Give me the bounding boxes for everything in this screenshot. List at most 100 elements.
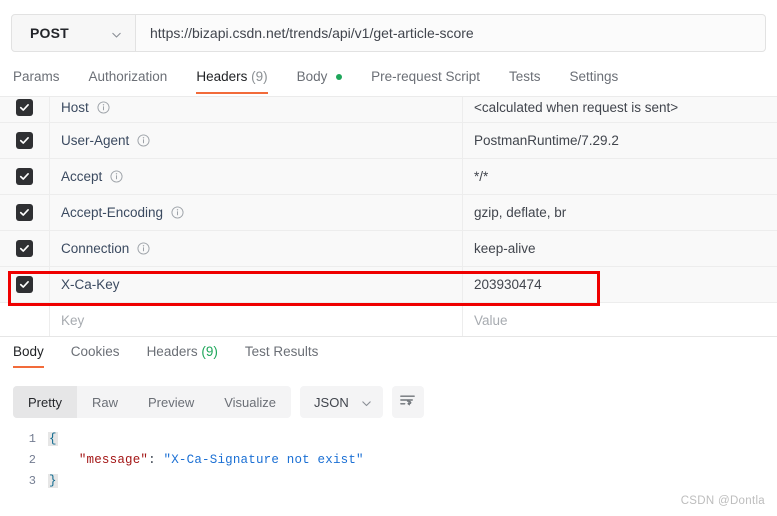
checkbox-checked-icon[interactable] (16, 240, 33, 257)
header-value-text: */* (474, 169, 489, 184)
info-icon[interactable] (171, 206, 184, 219)
header-key-cell[interactable]: X-Ca-Key (50, 267, 463, 302)
postman-window: POST https://bizapi.csdn.net/trends/api/… (0, 0, 777, 516)
info-icon[interactable] (110, 170, 123, 183)
tab-params[interactable]: Params (13, 66, 60, 94)
http-method-dropdown[interactable]: POST (11, 14, 136, 52)
header-key-cell[interactable]: User-Agent (50, 123, 463, 158)
checkbox-checked-icon[interactable] (16, 276, 33, 293)
response-view-mode-group: Pretty Raw Preview Visualize (13, 386, 292, 418)
response-section-divider (0, 336, 777, 337)
header-key-cell[interactable]: Host (50, 97, 463, 122)
json-open-brace: { (48, 431, 58, 446)
view-mode-raw-label: Raw (91, 394, 118, 410)
json-string-value: "X-Ca-Signature not exist" (163, 452, 364, 467)
header-row-checkbox-cell (0, 97, 50, 122)
table-row[interactable]: Host <calculated when request is sent> (0, 97, 777, 123)
request-tabs: Params Authorization Headers (9) Body Pr… (0, 66, 777, 97)
json-key: "message" (78, 452, 149, 467)
view-mode-preview[interactable]: Preview (133, 386, 209, 418)
header-row-checkbox-cell (0, 123, 50, 158)
json-line: 2 "message": "X-Ca-Signature not exist" (0, 449, 777, 470)
checkbox-checked-icon[interactable] (16, 132, 33, 149)
json-line-content: } (48, 473, 58, 488)
checkbox-checked-icon[interactable] (16, 168, 33, 185)
tab-pre-request-script[interactable]: Pre-request Script (371, 66, 480, 94)
response-body-json-viewer[interactable]: 1 { 2 "message": "X-Ca-Signature not exi… (0, 428, 777, 516)
json-close-brace: } (48, 473, 58, 488)
tab-pre-request-script-label: Pre-request Script (371, 69, 480, 84)
info-icon[interactable] (137, 134, 150, 147)
response-tab-test-results[interactable]: Test Results (245, 344, 319, 368)
line-number: 1 (28, 431, 36, 446)
header-value-cell[interactable]: gzip, deflate, br (463, 195, 777, 230)
line-number: 2 (28, 452, 36, 467)
header-value-cell[interactable]: */* (463, 159, 777, 194)
response-tab-headers-label: Headers (146, 344, 198, 359)
tab-settings[interactable]: Settings (569, 66, 618, 94)
response-tab-test-results-label: Test Results (244, 344, 319, 359)
response-tab-cookies-label: Cookies (70, 344, 120, 359)
view-mode-pretty-label: Pretty (28, 394, 62, 410)
table-row[interactable]: Accept-Encoding gzip, deflate, br (0, 195, 777, 231)
response-tab-cookies[interactable]: Cookies (71, 344, 120, 368)
line-number: 3 (28, 473, 36, 488)
chevron-down-icon (111, 28, 122, 39)
tab-headers-count: (9) (251, 69, 268, 84)
header-value-text: <calculated when request is sent> (474, 99, 679, 115)
tab-settings-label: Settings (569, 69, 619, 84)
url-input[interactable]: https://bizapi.csdn.net/trends/api/v1/ge… (136, 14, 766, 52)
header-value-cell[interactable]: PostmanRuntime/7.29.2 (463, 123, 777, 158)
header-value-text: keep-alive (474, 241, 536, 256)
table-row-new[interactable]: Key Value (0, 303, 777, 336)
table-row[interactable]: Accept */* (0, 159, 777, 195)
header-key-text: Accept-Encoding (61, 205, 164, 220)
header-row-checkbox-cell (0, 303, 50, 336)
response-tab-headers[interactable]: Headers (9) (147, 344, 218, 368)
checkbox-checked-icon[interactable] (16, 98, 33, 116)
new-header-value-input[interactable]: Value (463, 303, 777, 336)
json-line-content: "message": "X-Ca-Signature not exist" (48, 453, 364, 467)
view-mode-pretty[interactable]: Pretty (13, 386, 77, 418)
header-key-cell[interactable]: Accept (50, 159, 463, 194)
wrap-text-icon (399, 393, 416, 412)
tab-headers-label: Headers (196, 69, 248, 84)
header-value-text: gzip, deflate, br (474, 205, 567, 220)
tab-tests[interactable]: Tests (509, 66, 541, 94)
table-row-x-ca-key[interactable]: X-Ca-Key 203930474 (0, 267, 777, 303)
header-value-cell[interactable]: 203930474 (463, 267, 777, 302)
tab-body[interactable]: Body (297, 66, 343, 94)
response-format-dropdown[interactable]: JSON (300, 386, 383, 418)
header-key-text: Accept (61, 169, 103, 184)
view-mode-preview-label: Preview (147, 394, 195, 410)
header-row-checkbox-cell (0, 195, 50, 230)
header-value-cell[interactable]: keep-alive (463, 231, 777, 266)
table-row[interactable]: User-Agent PostmanRuntime/7.29.2 (0, 123, 777, 159)
wrap-lines-button[interactable] (391, 386, 424, 418)
info-icon[interactable] (137, 242, 150, 255)
header-value-text: 203930474 (474, 277, 542, 292)
header-row-checkbox-cell (0, 231, 50, 266)
response-format-label: JSON (314, 394, 349, 410)
header-key-cell[interactable]: Accept-Encoding (50, 195, 463, 230)
response-tab-body[interactable]: Body (13, 344, 44, 368)
new-header-key-input[interactable]: Key (50, 303, 463, 336)
header-value-cell[interactable]: <calculated when request is sent> (463, 97, 777, 122)
header-row-checkbox-cell (0, 267, 50, 302)
view-mode-raw[interactable]: Raw (77, 386, 133, 418)
header-key-text: X-Ca-Key (61, 277, 120, 292)
json-line: 1 { (0, 428, 777, 449)
watermark: CSDN @Dontla (680, 495, 765, 507)
info-icon[interactable] (97, 100, 110, 114)
chevron-down-icon (361, 397, 372, 408)
tab-authorization[interactable]: Authorization (89, 66, 168, 94)
tab-headers[interactable]: Headers (9) (196, 66, 268, 94)
tab-params-label: Params (13, 69, 60, 84)
tab-tests-label: Tests (508, 69, 541, 84)
header-key-cell[interactable]: Connection (50, 231, 463, 266)
new-header-key-placeholder: Key (61, 313, 85, 328)
view-mode-visualize[interactable]: Visualize (209, 386, 291, 418)
table-row[interactable]: Connection keep-alive (0, 231, 777, 267)
checkbox-checked-icon[interactable] (16, 204, 33, 221)
